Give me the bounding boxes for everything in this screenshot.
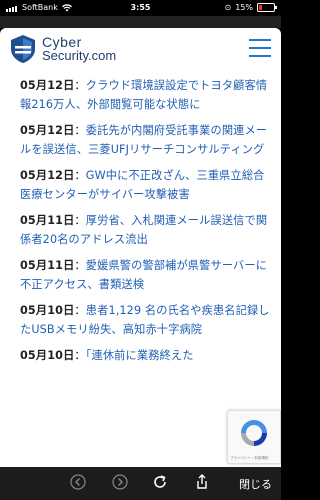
news-separator: ： xyxy=(74,214,86,227)
news-item: 05月10日：患者1,129 名の氏名や疾患名記録したUSBメモリ紛失、高知赤十… xyxy=(20,301,272,339)
news-item: 05月12日：委託先が内閣府受託事業の関連メールを誤送信、三菱UFJリサーチコン… xyxy=(20,121,272,159)
reload-icon[interactable] xyxy=(150,472,170,492)
news-date: 05月12日 xyxy=(20,169,75,182)
news-item: 05月11日：厚労省、入札関連メール誤送信で関係者20名のアドレス流出 xyxy=(20,211,272,249)
logo-icon[interactable] xyxy=(8,34,38,64)
recaptcha-badge[interactable]: プライバシー・利用規約 xyxy=(227,410,281,464)
news-date: 05月11日 xyxy=(20,259,75,272)
site-header: Cyber Security.com xyxy=(0,28,281,72)
news-separator: ： xyxy=(74,169,86,182)
news-date: 05月10日 xyxy=(20,304,75,317)
battery-percent: 15% xyxy=(235,3,253,12)
news-date: 05月11日 xyxy=(20,214,75,227)
news-date: 05月12日 xyxy=(20,124,75,137)
browser-top-edge xyxy=(0,16,281,28)
back-icon[interactable] xyxy=(68,472,88,492)
close-button[interactable]: 閉じる xyxy=(239,476,272,492)
news-item: 05月10日：「連休前に業務終えた xyxy=(20,346,272,365)
news-item: 05月12日：GW中に不正改ざん、三重県立総合医療センターがサイバー攻撃被害 xyxy=(20,166,272,204)
news-date: 05月12日 xyxy=(20,79,75,92)
status-right: ⊙ 15% xyxy=(224,3,277,12)
lock-rotation-icon: ⊙ xyxy=(224,3,232,12)
recaptcha-icon xyxy=(241,420,267,446)
news-separator: ： xyxy=(74,124,86,137)
logo-line-2: Security.com xyxy=(42,48,117,63)
battery-icon xyxy=(257,3,277,12)
status-bar: SoftBank 3:55 ⊙ 15% xyxy=(0,0,281,16)
news-list: 05月12日：クラウド環境誤設定でトヨタ顧客情報216万人、外部閲覧可能な状態に… xyxy=(20,76,272,372)
forward-icon[interactable] xyxy=(110,472,130,492)
site-logo[interactable]: Cyber Security.com xyxy=(42,35,116,63)
share-icon[interactable] xyxy=(192,472,212,492)
news-content: 05月12日：クラウド環境誤設定でトヨタ顧客情報216万人、外部閲覧可能な状態に… xyxy=(0,72,281,467)
news-date: 05月10日 xyxy=(20,349,75,362)
news-item: 05月12日：クラウド環境誤設定でトヨタ顧客情報216万人、外部閲覧可能な状態に xyxy=(20,76,272,114)
news-link[interactable]: 「連休前に業務終えた xyxy=(86,349,194,362)
recaptcha-footer[interactable]: プライバシー・利用規約 xyxy=(230,456,268,461)
news-separator: ： xyxy=(74,304,86,317)
logo-line-1: Cyber xyxy=(42,34,82,50)
news-item: 05月11日：愛媛県警の警部補が県警サーバーに不正アクセス、書類送検 xyxy=(20,256,272,294)
news-separator: ： xyxy=(74,79,86,92)
news-separator: ： xyxy=(74,349,86,362)
hamburger-menu-icon[interactable] xyxy=(249,39,271,59)
news-separator: ： xyxy=(74,259,86,272)
browser-toolbar: 閉じる xyxy=(0,467,281,500)
